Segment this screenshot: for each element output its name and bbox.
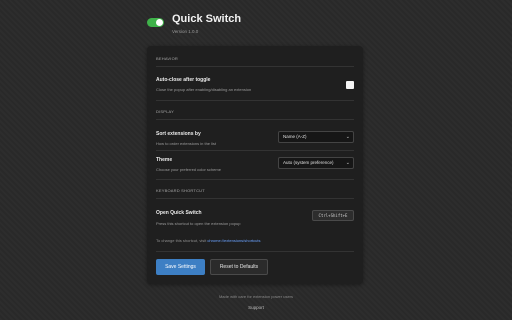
shortcut-keys: Ctrl+Shift+E [312, 210, 354, 221]
toggle-knob [156, 19, 163, 26]
sort-title: Sort extensions by [156, 131, 201, 137]
sort-desc: How to order extensions in the list [156, 141, 217, 146]
shortcut-hint: To change this shortcut, visit chrome://… [156, 238, 261, 243]
save-settings-button[interactable]: Save Settings [156, 259, 205, 275]
auto-close-desc: Close the popup after enabling/disabling… [156, 87, 252, 92]
section-label-display: DISPLAY [156, 109, 174, 114]
support-link[interactable]: Support [0, 305, 512, 310]
section-label-shortcut: KEYBOARD SHORTCUT [156, 188, 205, 193]
divider [156, 119, 354, 120]
theme-desc: Choose your preferred color scheme [156, 167, 221, 172]
app-toggle-icon [147, 18, 164, 27]
sort-select-value: Name (A-Z) [283, 134, 307, 139]
theme-select-value: Auto (system preference) [283, 160, 334, 165]
app-header: Quick Switch Version 1.0.0 [147, 12, 367, 38]
shortcut-hint-text: To change this shortcut, visit [156, 238, 208, 243]
divider [156, 179, 354, 180]
shortcuts-link[interactable]: chrome://extensions/shortcuts [207, 238, 260, 243]
settings-card: BEHAVIOR Auto-close after toggle Close t… [147, 46, 363, 284]
chevron-down-icon: ⌄ [345, 160, 350, 166]
section-label-behavior: BEHAVIOR [156, 56, 178, 61]
divider [156, 66, 354, 67]
theme-select[interactable]: Auto (system preference) ⌄ [278, 157, 354, 169]
app-title: Quick Switch [172, 13, 242, 25]
divider [156, 150, 354, 151]
chevron-down-icon: ⌄ [345, 134, 350, 140]
divider [156, 198, 354, 199]
divider [156, 251, 354, 252]
shortcut-desc: Press this shortcut to open the extensio… [156, 221, 241, 226]
auto-close-checkbox[interactable] [346, 81, 354, 89]
sort-select[interactable]: Name (A-Z) ⌄ [278, 131, 354, 143]
reset-defaults-button[interactable]: Reset to Defaults [210, 259, 268, 275]
shortcut-title: Open Quick Switch [156, 210, 202, 216]
divider [156, 100, 354, 101]
footer-text: Made with care for extension power users [218, 294, 294, 299]
theme-title: Theme [156, 157, 173, 163]
version-label: Version 1.0.0 [172, 29, 199, 34]
auto-close-title: Auto-close after toggle [156, 77, 211, 83]
